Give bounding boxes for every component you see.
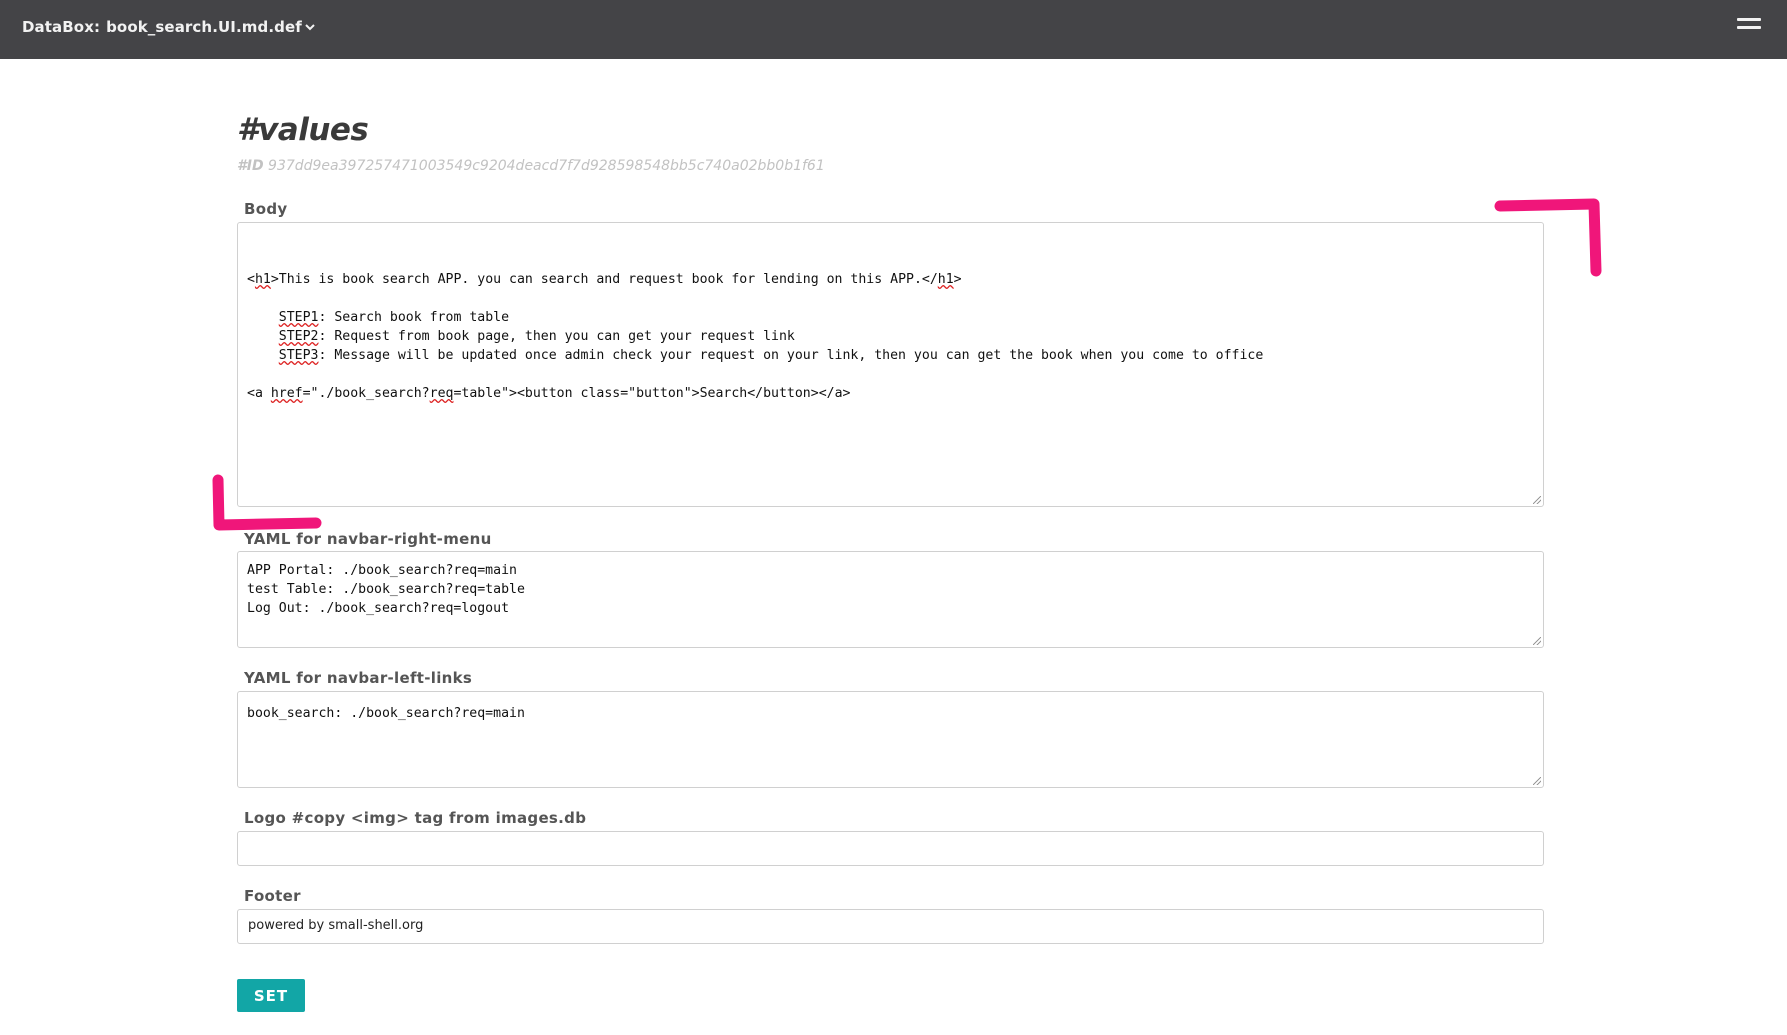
chevron-down-icon[interactable] (305, 17, 315, 35)
resize-handle-icon[interactable] (1533, 496, 1541, 504)
footer-label: Footer (244, 887, 301, 905)
navbar-right-value: APP Portal: ./book_search?req=main test … (247, 563, 525, 616)
body-line: STEP3: Message will be updated once admi… (278, 348, 1264, 363)
body-line: <a href="./book_search?req=table"><butto… (247, 386, 851, 401)
body-line: STEP2: Request from book page, then you … (278, 329, 795, 344)
databox-name[interactable]: book_search.UI.md.def (106, 18, 302, 36)
body-line: STEP1: Search book from table (278, 310, 510, 325)
body-line (247, 365, 1534, 384)
body-text: <h1>This is book search APP. you can sea… (247, 270, 1534, 403)
footer-input[interactable]: powered by small-shell.org (237, 909, 1544, 944)
record-id-label: #ID (237, 158, 264, 174)
resize-handle-icon[interactable] (1533, 637, 1541, 645)
hamburger-menu-icon[interactable] (1737, 18, 1761, 34)
navbar-left-textarea[interactable]: book_search: ./book_search?req=main (237, 691, 1544, 788)
logo-input[interactable] (237, 831, 1544, 866)
top-navbar: DataBox: book_search.UI.md.def (0, 0, 1787, 59)
resize-handle-icon[interactable] (1533, 777, 1541, 785)
annotation-corner-mark (1494, 198, 1602, 277)
body-textarea[interactable]: <h1>This is book search APP. you can sea… (237, 222, 1544, 507)
record-id: #ID 937dd9ea397257471003549c9204deacd7f7… (237, 158, 825, 174)
annotation-corner-mark (212, 474, 322, 531)
body-label: Body (244, 200, 288, 218)
app-label: DataBox: (22, 18, 101, 36)
page-title: #values (237, 112, 369, 148)
navbar-right-textarea[interactable]: APP Portal: ./book_search?req=main test … (237, 551, 1544, 648)
navbar-left-value: book_search: ./book_search?req=main (247, 706, 525, 721)
navbar-left-label: YAML for navbar-left-links (244, 669, 473, 687)
body-line (247, 289, 1534, 308)
record-id-value: 937dd9ea397257471003549c9204deacd7f7d928… (268, 158, 825, 174)
logo-label: Logo #copy <img> tag from images.db (244, 809, 587, 827)
databox-selector[interactable]: DataBox: book_search.UI.md.def (22, 17, 315, 36)
set-button[interactable]: SET (237, 979, 305, 1012)
body-line: <h1>This is book search APP. you can sea… (247, 272, 962, 287)
